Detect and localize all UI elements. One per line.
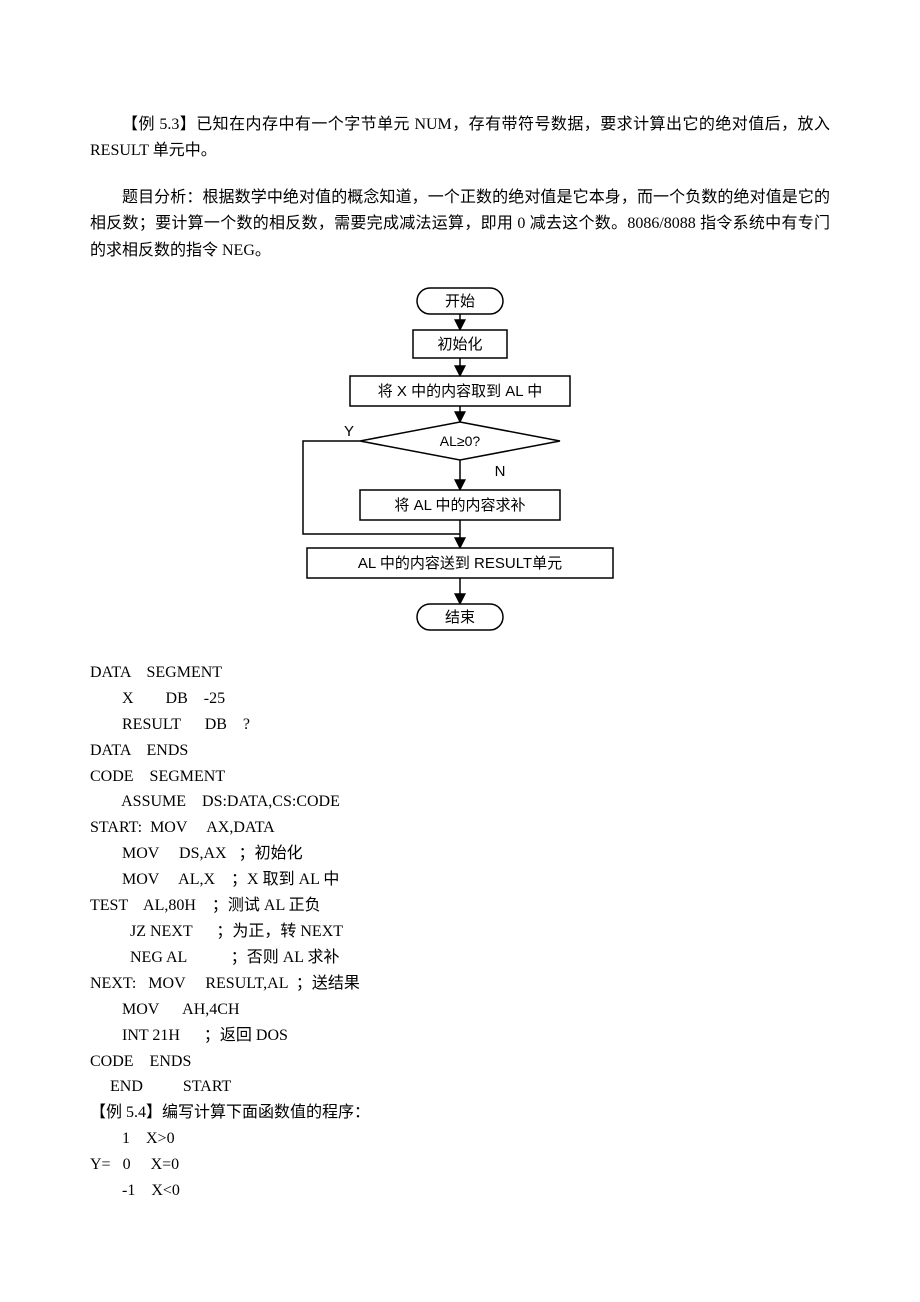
- piecewise-line: -1 X<0: [90, 1182, 180, 1199]
- example-5-4: 【例 5.4】编写计算下面函数值的程序： 1 X>0 Y= 0 X=0 -1 X…: [90, 1100, 830, 1204]
- flow-store-label: AL 中的内容送到 RESULT单元: [358, 555, 562, 572]
- example-5-4-title: 【例 5.4】编写计算下面函数值的程序：: [90, 1104, 370, 1121]
- code-line: NEG AL ；否则 AL 求补: [90, 949, 339, 966]
- piecewise-line: 1 X>0: [90, 1130, 175, 1147]
- paragraph-analysis: 题目分析：根据数学中绝对值的概念知道，一个正数的绝对值是它本身，而一个负数的绝对…: [90, 185, 830, 264]
- code-line: MOV DS,AX ；初始化: [90, 845, 303, 862]
- code-line: NEXT: MOV RESULT,AL ；送结果: [90, 975, 360, 992]
- code-line: START: MOV AX,DATA: [90, 819, 275, 836]
- flowchart-diagram: 开始 初始化 将 X 中的内容取到 AL 中 AL≥0? Y N 将 AL 中的…: [245, 284, 675, 646]
- assembly-code-block: DATA SEGMENT X DB -25 RESULT DB ? DATA E…: [90, 660, 830, 1100]
- code-line: X DB -25: [90, 690, 225, 707]
- flow-yes-label: Y: [344, 423, 354, 440]
- code-line: JZ NEXT ；为正，转 NEXT: [90, 923, 343, 940]
- flow-decision-label: AL≥0?: [440, 433, 481, 449]
- code-line: INT 21H ；返回 DOS: [90, 1027, 288, 1044]
- paragraph-example-5-3: 【例 5.3】已知在内存中有一个字节单元 NUM，存有带符号数据，要求计算出它的…: [90, 112, 830, 165]
- piecewise-line: Y= 0 X=0: [90, 1156, 179, 1173]
- code-line: CODE SEGMENT: [90, 768, 225, 785]
- flow-no-label: N: [495, 463, 506, 480]
- code-line: RESULT DB ?: [90, 716, 250, 733]
- document-page: 【例 5.3】已知在内存中有一个字节单元 NUM，存有带符号数据，要求计算出它的…: [0, 0, 920, 1264]
- code-line: ASSUME DS:DATA,CS:CODE: [90, 793, 340, 810]
- flow-neg-label: 将 AL 中的内容求补: [394, 497, 525, 514]
- code-line: END START: [90, 1078, 231, 1095]
- flow-init-label: 初始化: [437, 336, 482, 353]
- code-line: DATA ENDS: [90, 742, 188, 759]
- flow-start-label: 开始: [445, 293, 475, 310]
- code-line: MOV AH,4CH: [90, 1001, 240, 1018]
- code-line: MOV AL,X ；X 取到 AL 中: [90, 871, 339, 888]
- flow-end-label: 结束: [445, 609, 475, 626]
- code-line: CODE ENDS: [90, 1053, 191, 1070]
- code-line: TEST AL,80H ；测试 AL 正负: [90, 897, 321, 914]
- code-line: DATA SEGMENT: [90, 664, 222, 681]
- flow-load-label: 将 X 中的内容取到 AL 中: [378, 383, 542, 400]
